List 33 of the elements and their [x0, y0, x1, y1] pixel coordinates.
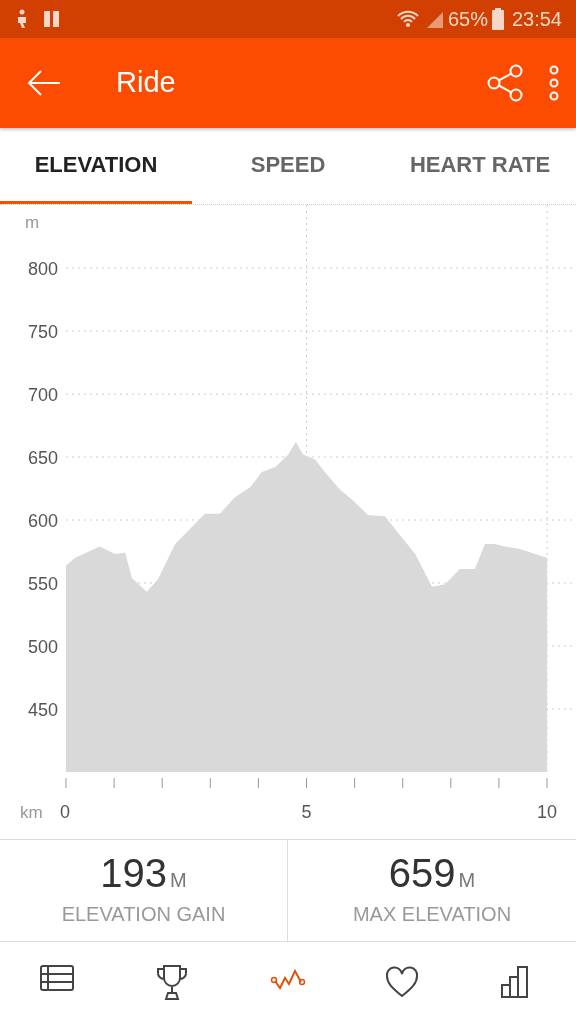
stat-unit: M: [458, 867, 476, 893]
x-tick-label: 10: [536, 802, 557, 822]
y-tick-label: 750: [27, 322, 58, 342]
pause-icon: [44, 11, 60, 27]
stat-label: ELEVATION GAIN: [61, 901, 226, 927]
tab[interactable]: SPEED: [192, 128, 384, 204]
stat-label: MAX ELEVATION: [352, 901, 512, 927]
stat-value: 659: [388, 852, 456, 893]
y-tick-label: 500: [27, 637, 58, 657]
clock-text: 23:54: [511, 7, 562, 32]
y-tick-label: 650: [27, 448, 58, 468]
share-icon: [486, 63, 524, 103]
y-tick-label: 600: [27, 511, 58, 531]
x-tick-label: 0: [60, 802, 70, 822]
y-axis-unit: m: [25, 213, 40, 232]
x-axis-unit: km: [20, 803, 43, 822]
more-icon: [548, 65, 560, 101]
y-tick-label: 800: [27, 259, 58, 279]
stat-value: 193: [100, 852, 168, 893]
stat-unit: M: [170, 867, 187, 893]
screen-title: Ride: [116, 65, 176, 101]
y-tick-label: 700: [27, 385, 58, 405]
y-tick-label: 550: [27, 574, 58, 594]
battery-icon: [491, 8, 504, 30]
x-tick-label: 5: [301, 802, 312, 822]
back-button[interactable]: [26, 68, 62, 98]
tab[interactable]: HEART RATE: [384, 128, 576, 204]
share-button[interactable]: [486, 63, 524, 103]
back-arrow-icon: [26, 68, 62, 98]
tab[interactable]: ELEVATION: [0, 128, 192, 204]
battery-text: 65%: [447, 7, 488, 32]
more-button[interactable]: [548, 65, 560, 101]
y-tick-label: 450: [27, 700, 58, 720]
